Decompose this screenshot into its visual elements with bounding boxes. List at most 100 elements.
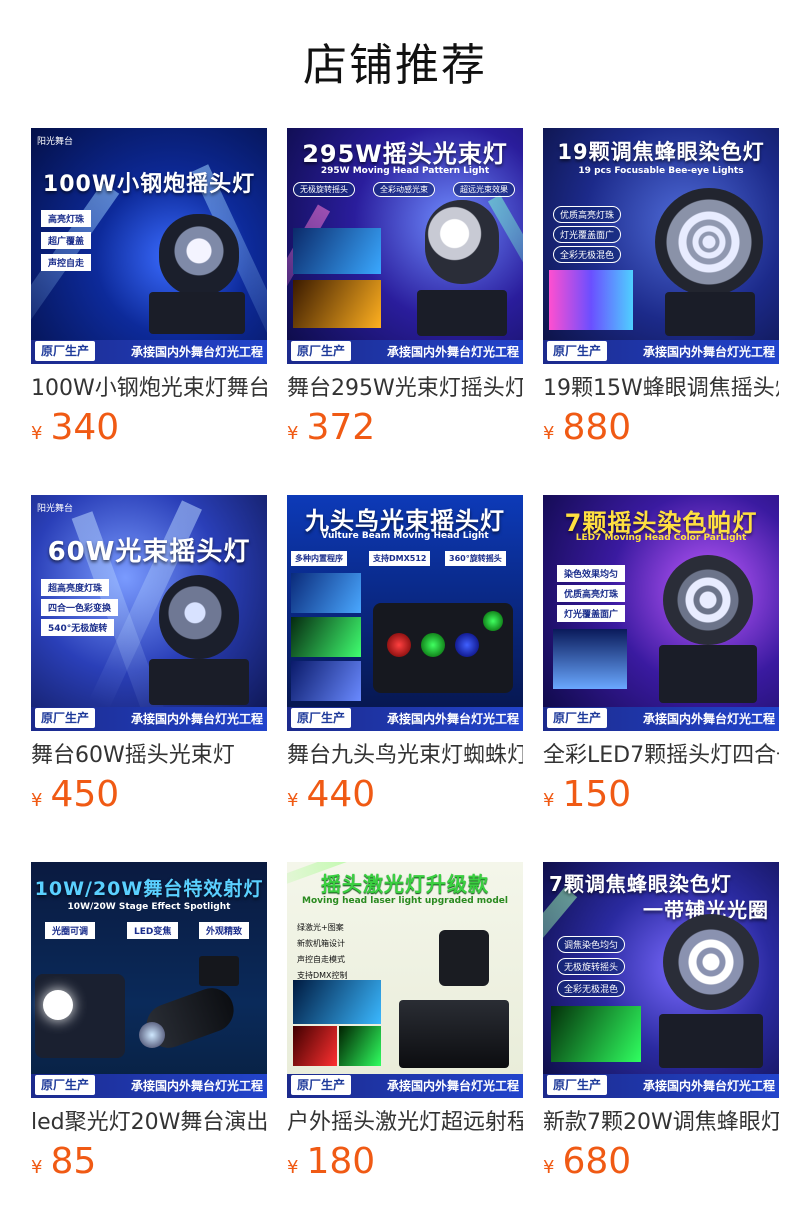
image-headline: 60W光束摇头灯 — [47, 537, 251, 567]
footer-banner: 原厂生产 承接国内外舞台灯光工程 — [543, 340, 779, 364]
product-name[interactable]: 新款7颗20W调焦蜂眼灯 — [543, 1108, 779, 1138]
price-value: 680 — [562, 1141, 632, 1182]
price-value: 180 — [306, 1141, 376, 1182]
spider-light-icon — [373, 603, 513, 693]
footer-banner: 原厂生产 承接国内外舞台灯光工程 — [287, 1074, 523, 1098]
price-value: 440 — [306, 774, 376, 815]
footer-banner: 原厂生产 承接国内外舞台灯光工程 — [31, 1074, 267, 1098]
feature-tag: 全彩无极混色 — [553, 246, 622, 263]
footer-banner: 原厂生产 承接国内外舞台灯光工程 — [543, 1074, 779, 1098]
product-card[interactable]: 摇头激光灯升级款 Moving head laser light upgrade… — [287, 862, 523, 1188]
product-image[interactable]: 10W/20W舞台特效射灯 10W/20W Stage Effect Spotl… — [31, 862, 267, 1098]
image-headline: 7颗调焦蜂眼染色灯 — [549, 872, 732, 896]
product-card[interactable]: 九头鸟光束摇头灯 Vulture Beam Moving Head Light … — [287, 495, 523, 821]
product-image[interactable]: 摇头激光灯升级款 Moving head laser light upgrade… — [287, 862, 523, 1098]
effect-preview — [339, 1026, 381, 1066]
product-image[interactable]: 7颗摇头染色帕灯 LED7 Moving Head Color ParLight… — [543, 495, 779, 731]
factory-badge: 原厂生产 — [35, 708, 96, 728]
feature-tag: 全彩动感光束 — [373, 182, 435, 197]
product-price: ¥680 — [543, 1142, 779, 1188]
product-name[interactable]: 舞台九头鸟光束灯蜘蛛灯 — [287, 741, 523, 771]
factory-badge: 原厂生产 — [35, 1075, 96, 1095]
product-image[interactable]: 19颗调焦蜂眼染色灯 19 pcs Focusable Bee-eye Ligh… — [543, 128, 779, 364]
factory-badge: 原厂生产 — [291, 1075, 352, 1095]
currency-symbol: ¥ — [543, 790, 555, 811]
currency-symbol: ¥ — [287, 1157, 299, 1178]
product-card[interactable]: 7颗调焦蜂眼染色灯 一带辅光光圈 调焦染色均匀 无极旋转摇头 全彩无极混色 原厂… — [543, 862, 779, 1188]
feature-tag: 全彩无极混色 — [557, 980, 626, 997]
bee-eye-light-icon — [651, 188, 767, 338]
page-title: 店铺推荐 — [303, 40, 487, 91]
effect-preview — [549, 270, 633, 330]
currency-symbol: ¥ — [287, 423, 299, 444]
product-card[interactable]: 7颗摇头染色帕灯 LED7 Moving Head Color ParLight… — [543, 495, 779, 821]
feature-tag: 绿激光+图案 — [297, 923, 344, 932]
par-light-icon — [653, 555, 763, 705]
image-subheadline: 19 pcs Focusable Bee-eye Lights — [578, 166, 744, 176]
effect-preview — [35, 974, 125, 1058]
factory-badge: 原厂生产 — [547, 1075, 608, 1095]
image-headline: 10W/20W舞台特效射灯 — [34, 878, 264, 900]
price-value: 340 — [50, 407, 120, 448]
product-name[interactable]: 全彩LED7颗摇头灯四合一 — [543, 741, 779, 771]
currency-symbol: ¥ — [31, 1157, 43, 1178]
product-price: ¥372 — [287, 408, 523, 454]
product-image[interactable]: 295W摇头光束灯 295W Moving Head Pattern Light… — [287, 128, 523, 364]
currency-symbol: ¥ — [287, 790, 299, 811]
bee-eye-light-icon — [655, 914, 767, 1070]
currency-symbol: ¥ — [31, 423, 43, 444]
feature-tag: 支持DMX512 — [369, 551, 431, 566]
image-subheadline: 10W/20W Stage Effect Spotlight — [67, 902, 231, 912]
brand-label: 阳光舞台 — [37, 137, 74, 147]
factory-badge: 原厂生产 — [35, 341, 96, 361]
product-name[interactable]: 19颗15W蜂眼调焦摇头灯 — [543, 374, 779, 404]
feature-tag: 染色效果均匀 — [557, 565, 626, 582]
product-card[interactable]: 阳光舞台 100W小钢炮摇头灯 高亮灯珠 超广覆盖 声控自走 原厂生产 承接国内… — [31, 128, 267, 454]
product-image[interactable]: 阳光舞台 100W小钢炮摇头灯 高亮灯珠 超广覆盖 声控自走 原厂生产 承接国内… — [31, 128, 267, 364]
feature-tag: 外观精致 — [199, 922, 250, 939]
image-subheadline: 295W Moving Head Pattern Light — [320, 166, 490, 176]
product-image[interactable]: 阳光舞台 60W光束摇头灯 超高亮度灯珠 四合一色彩变换 540°无极旋转 原厂… — [31, 495, 267, 731]
effect-preview — [293, 980, 381, 1024]
slogan: 承接国内外舞台灯光工程 — [386, 345, 519, 359]
product-price: ¥440 — [287, 775, 523, 821]
laser-light-icon — [399, 930, 509, 1070]
feature-tag: 优质高亮灯珠 — [557, 585, 626, 602]
feature-tag: 540°无极旋转 — [41, 619, 115, 636]
effect-preview — [291, 617, 361, 657]
product-name[interactable]: 户外摇头激光灯超远射程 — [287, 1108, 523, 1138]
image-headline: 100W小钢炮摇头灯 — [42, 172, 256, 197]
product-name[interactable]: 舞台60W摇头光束灯 — [31, 741, 267, 771]
feature-tag: 超远光束效果 — [453, 182, 515, 197]
product-price: ¥340 — [31, 408, 267, 454]
product-card[interactable]: 19颗调焦蜂眼染色灯 19 pcs Focusable Bee-eye Ligh… — [543, 128, 779, 454]
product-card[interactable]: 阳光舞台 60W光束摇头灯 超高亮度灯珠 四合一色彩变换 540°无极旋转 原厂… — [31, 495, 267, 821]
slogan: 承接国内外舞台灯光工程 — [130, 1079, 263, 1093]
product-name[interactable]: 舞台295W光束灯摇头灯 — [287, 374, 523, 404]
image-headline: 19颗调焦蜂眼染色灯 — [557, 140, 765, 164]
footer-banner: 原厂生产 承接国内外舞台灯光工程 — [31, 340, 267, 364]
feature-tag: 四合一色彩变换 — [41, 599, 119, 616]
product-image[interactable]: 九头鸟光束摇头灯 Vulture Beam Moving Head Light … — [287, 495, 523, 731]
product-image[interactable]: 7颗调焦蜂眼染色灯 一带辅光光圈 调焦染色均匀 无极旋转摇头 全彩无极混色 原厂… — [543, 862, 779, 1098]
factory-badge: 原厂生产 — [291, 341, 352, 361]
feature-tag: 高亮灯珠 — [41, 210, 92, 227]
price-value: 372 — [306, 407, 376, 448]
product-name[interactable]: led聚光灯20W舞台演出灯 — [31, 1108, 267, 1138]
feature-tag: 声控自走模式 — [297, 955, 345, 964]
effect-preview — [293, 228, 381, 274]
moving-head-light-icon — [417, 200, 507, 336]
product-card[interactable]: 295W摇头光束灯 295W Moving Head Pattern Light… — [287, 128, 523, 454]
slogan: 承接国内外舞台灯光工程 — [642, 1079, 775, 1093]
price-value: 85 — [50, 1141, 97, 1182]
feature-tag: 无极旋转摇头 — [293, 182, 355, 197]
slogan: 承接国内外舞台灯光工程 — [386, 712, 519, 726]
product-price: ¥85 — [31, 1142, 267, 1188]
slogan: 承接国内外舞台灯光工程 — [386, 1079, 519, 1093]
slogan: 承接国内外舞台灯光工程 — [130, 345, 263, 359]
footer-banner: 原厂生产 承接国内外舞台灯光工程 — [287, 340, 523, 364]
product-name[interactable]: 100W小钢炮光束灯舞台摇头灯 — [31, 374, 267, 404]
feature-tag: 360°旋转摇头 — [445, 551, 506, 566]
image-subheadline: LED7 Moving Head Color ParLight — [575, 533, 747, 543]
product-card[interactable]: 10W/20W舞台特效射灯 10W/20W Stage Effect Spotl… — [31, 862, 267, 1188]
